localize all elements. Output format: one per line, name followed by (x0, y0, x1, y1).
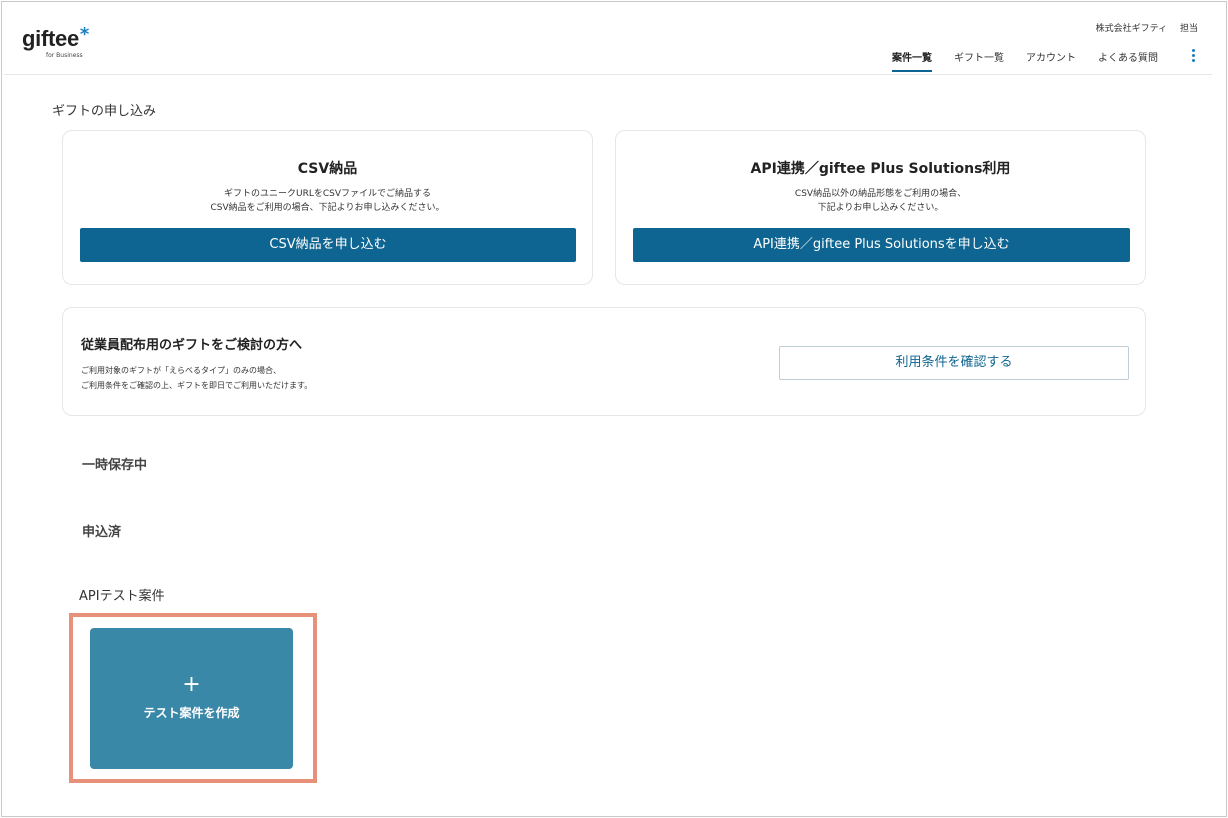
create-test-project-label: テスト案件を作成 (143, 706, 240, 720)
nav-item-projects[interactable]: 案件一覧 (892, 49, 932, 72)
user-role: 担当 (1179, 24, 1198, 34)
section-applied[interactable]: 申込済 (82, 521, 121, 540)
api-card: API連携／giftee Plus Solutions利用 CSV納品以外の納品… (615, 130, 1146, 285)
kebab-menu-icon[interactable] (1189, 49, 1197, 63)
employee-gift-card: 従業員配布用のギフトをご検討の方へ ご利用対象のギフトが「えらべるタイプ」のみの… (62, 307, 1146, 416)
employee-card-desc-1: ご利用対象のギフトが「えらべるタイプ」のみの場合、 (81, 366, 281, 375)
create-test-project-button[interactable]: + テスト案件を作成 (90, 628, 293, 769)
plus-icon: + (182, 672, 201, 697)
logo-text: giftee (22, 26, 79, 51)
api-apply-button[interactable]: API連携／giftee Plus Solutionsを申し込む (633, 228, 1130, 262)
logo-subtitle: for Business (46, 52, 83, 59)
app-window: giftee* for Business 株式会社ギフティ 担当 案件一覧 ギフ… (1, 1, 1227, 817)
nav-item-gifts[interactable]: ギフト一覧 (954, 49, 1004, 72)
section-draft[interactable]: 一時保存中 (82, 454, 147, 473)
nav-item-account[interactable]: アカウント (1026, 49, 1076, 72)
csv-card-title: CSV納品 (297, 161, 358, 177)
api-card-desc-2: 下記よりお申し込みください。 (817, 203, 944, 213)
section-api-test: APIテスト案件 (79, 589, 165, 604)
header-divider (4, 74, 1212, 75)
csv-apply-button[interactable]: CSV納品を申し込む (80, 228, 576, 262)
employee-card-title: 従業員配布用のギフトをご検討の方へ (81, 338, 303, 353)
nav-item-faq[interactable]: よくある質問 (1098, 49, 1158, 72)
account-info: 株式会社ギフティ 担当 (1096, 21, 1198, 34)
main-nav: 案件一覧 ギフト一覧 アカウント よくある質問 (892, 49, 1158, 72)
api-card-desc-1: CSV納品以外の納品形態をご利用の場合、 (794, 189, 967, 199)
employee-card-desc-2: ご利用条件をご確認の上、ギフトを即日でご利用いただけます。 (81, 381, 313, 390)
check-terms-button[interactable]: 利用条件を確認する (779, 346, 1129, 380)
api-card-title: API連携／giftee Plus Solutions利用 (750, 161, 1011, 177)
page-title: ギフトの申し込み (52, 104, 157, 119)
giftee-logo[interactable]: giftee* for Business (22, 24, 90, 59)
company-name: 株式会社ギフティ (1095, 24, 1168, 34)
csv-card-desc-2: CSV納品をご利用の場合、下記よりお申し込みください。 (210, 203, 445, 213)
logo-star: * (79, 24, 90, 45)
csv-card: CSV納品 ギフトのユニークURLをCSVファイルでご納品する CSV納品をご利… (62, 130, 593, 285)
csv-card-desc-1: ギフトのユニークURLをCSVファイルでご納品する (223, 189, 431, 199)
